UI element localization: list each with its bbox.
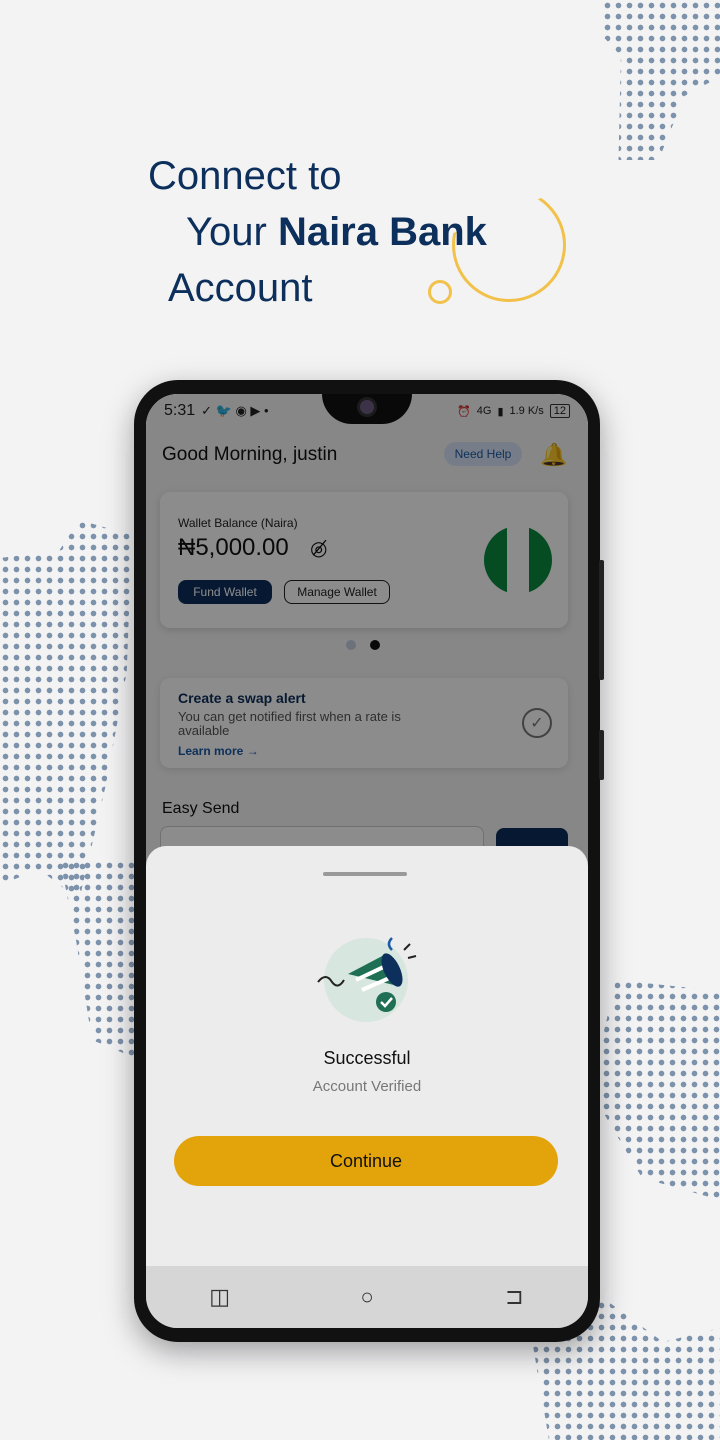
map-dots-decoration — [590, 980, 720, 1200]
headline-line-3: Account — [168, 266, 313, 310]
map-dots-decoration — [602, 0, 720, 160]
map-dots-decoration — [0, 520, 132, 900]
success-title: Successful — [323, 1048, 411, 1068]
sheet-drag-handle[interactable] — [323, 872, 407, 876]
android-nav-bar: ◫ ○ ⊐ — [146, 1266, 588, 1328]
party-popper-icon — [317, 937, 417, 1022]
phone-screen: 5:31 ✓ 🐦 ◉ ▶ • ⏰ 4G ▮ 1.9 K/s 12 Good Mo… — [146, 394, 588, 1328]
headline-line-1: Connect to — [148, 154, 342, 198]
success-bottom-sheet: Successful Account Verified Continue — [146, 846, 588, 1266]
decorative-ring-dot — [428, 280, 452, 304]
phone-side-button — [599, 730, 604, 780]
headline-line-2-prefix: Your — [186, 210, 278, 254]
map-dots-decoration — [60, 860, 140, 1060]
continue-button[interactable]: Continue — [174, 1136, 558, 1186]
back-icon[interactable]: ⊐ — [494, 1284, 534, 1310]
phone-mockup: 5:31 ✓ 🐦 ◉ ▶ • ⏰ 4G ▮ 1.9 K/s 12 Good Mo… — [134, 380, 604, 1342]
phone-side-button — [599, 560, 604, 680]
headline-line-2: Your Naira Bank — [186, 204, 487, 260]
recent-apps-icon[interactable]: ◫ — [200, 1284, 240, 1310]
success-subtitle: Account Verified — [312, 1078, 422, 1095]
home-icon[interactable]: ○ — [347, 1284, 387, 1310]
